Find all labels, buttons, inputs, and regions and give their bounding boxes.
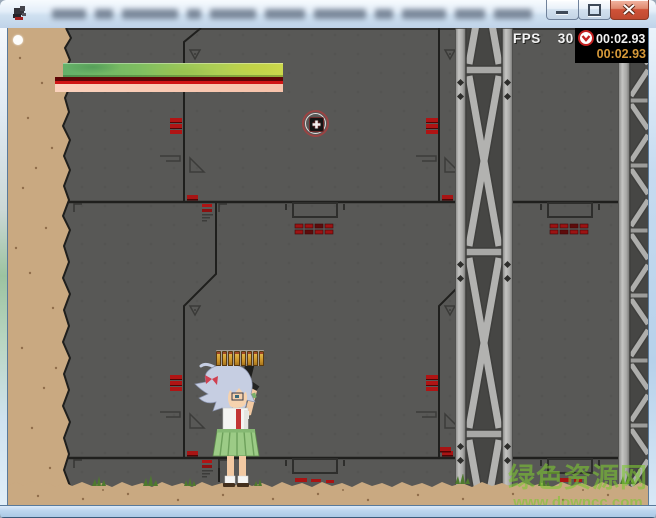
plus-icon (310, 118, 323, 131)
window-icon (11, 5, 28, 22)
truss-tower (455, 28, 513, 490)
window-border-bottom (0, 505, 656, 518)
timer-main: 00:02.93 (596, 32, 645, 46)
game-viewport[interactable]: FPS30 00:02.93 00:02.93 绿色资源网 www.downcc… (8, 28, 648, 505)
fps-value: 30 (558, 31, 574, 46)
minimize-button[interactable] (546, 0, 579, 20)
minimize-icon (556, 11, 568, 14)
ammo-bullet (228, 351, 233, 366)
crosshair-core (309, 117, 324, 132)
close-icon (622, 4, 636, 15)
window-controls (547, 0, 649, 20)
truss-tower-right (618, 28, 648, 490)
window-title-redacted (52, 8, 532, 20)
game-window: FPS30 00:02.93 00:02.93 绿色资源网 www.downcc… (0, 0, 656, 518)
ammo-bullet (247, 351, 252, 366)
timer-panel: 00:02.93 00:02.93 (575, 28, 648, 63)
ammo-bullet (253, 351, 258, 366)
ammo-bullet (234, 351, 239, 366)
ammo-bullet (216, 351, 221, 366)
maximize-icon (588, 4, 601, 16)
ground (8, 474, 648, 505)
health-bar-salmon (55, 84, 283, 92)
player-character (188, 360, 268, 488)
window-border-left (0, 28, 8, 505)
timer-best: 00:02.93 (597, 47, 646, 61)
ammo-bullet (241, 351, 246, 366)
sand-column (8, 28, 78, 505)
ammo-bullet (222, 351, 227, 366)
ammo-bullet (259, 351, 264, 366)
clock-icon (578, 30, 594, 46)
close-button[interactable] (610, 0, 649, 20)
titlebar[interactable] (0, 0, 656, 29)
ammo-bar (216, 350, 264, 366)
window-border-right (648, 28, 656, 505)
health-bar (55, 63, 283, 92)
maximize-button[interactable] (578, 0, 611, 20)
player-marker-dot (13, 35, 23, 45)
wall-panels (8, 28, 648, 505)
health-bar-green (63, 63, 283, 77)
fps-label: FPS (513, 31, 541, 46)
crosshair-cursor[interactable] (302, 110, 329, 137)
fps-counter: FPS 30 (513, 31, 574, 46)
